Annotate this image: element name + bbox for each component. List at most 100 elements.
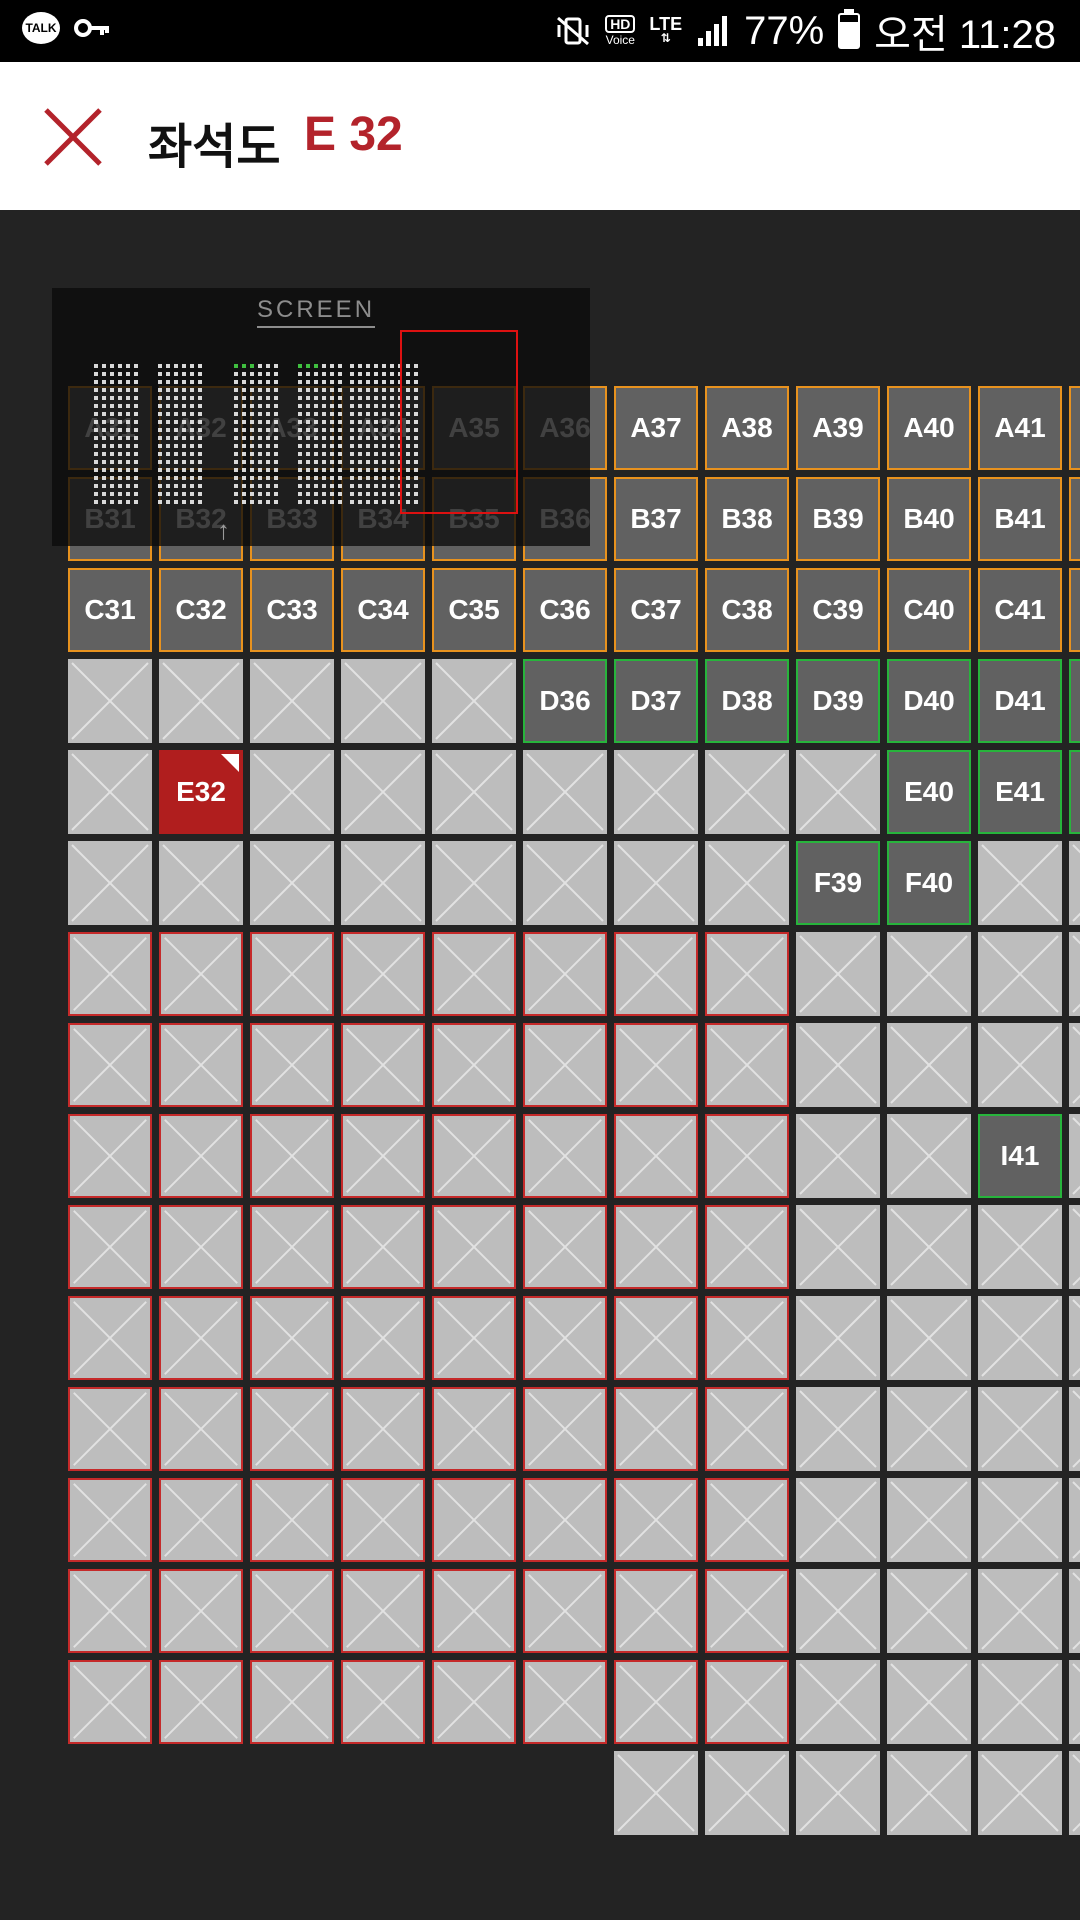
minimap-seat-dot: [182, 452, 186, 456]
minimap-seat-dot: [338, 428, 342, 432]
seat-available[interactable]: A40: [887, 386, 971, 470]
seat-unavailable: [796, 1478, 880, 1562]
seat-available[interactable]: E41: [978, 750, 1062, 834]
seat-available[interactable]: [1069, 568, 1080, 652]
minimap-seat-dot: [298, 484, 302, 488]
seat-unavailable: [796, 1023, 880, 1107]
seat-unavailable: [887, 1751, 971, 1835]
minimap[interactable]: SCREEN ↑: [52, 288, 590, 546]
seat-available[interactable]: F40: [887, 841, 971, 925]
seat-available[interactable]: [1069, 659, 1080, 743]
seat-available[interactable]: D40: [887, 659, 971, 743]
minimap-seat-dot: [374, 484, 378, 488]
battery-icon: [838, 9, 861, 49]
minimap-seat-dot: [330, 500, 334, 504]
minimap-seat-dot: [382, 484, 386, 488]
minimap-seat-dot: [274, 484, 278, 488]
seat-available[interactable]: D37: [614, 659, 698, 743]
seat-available[interactable]: [1069, 477, 1080, 561]
minimap-seat-dot: [322, 396, 326, 400]
seat-available[interactable]: C32: [159, 568, 243, 652]
minimap-seat-dot: [190, 372, 194, 376]
seat-available[interactable]: A37: [614, 386, 698, 470]
seat-available[interactable]: A38: [705, 386, 789, 470]
seat-available[interactable]: C36: [523, 568, 607, 652]
minimap-seat-dot: [250, 372, 254, 376]
seat-available[interactable]: D39: [796, 659, 880, 743]
seat-selected[interactable]: E32: [159, 750, 243, 834]
seat-available[interactable]: B37: [614, 477, 698, 561]
minimap-seat-dot: [182, 372, 186, 376]
seat-available[interactable]: D38: [705, 659, 789, 743]
seat-available[interactable]: F39: [796, 841, 880, 925]
seat-unavailable: [614, 1478, 698, 1562]
minimap-seat-dot: [134, 404, 138, 408]
minimap-seat-dot: [358, 484, 362, 488]
minimap-seat-dot: [158, 372, 162, 376]
minimap-seat-dot: [182, 428, 186, 432]
minimap-seat-dot: [390, 484, 394, 488]
seat-available[interactable]: C31: [68, 568, 152, 652]
minimap-seat-dot: [250, 452, 254, 456]
seat-available[interactable]: E40: [887, 750, 971, 834]
minimap-seat-dot: [102, 404, 106, 408]
seat-available[interactable]: B39: [796, 477, 880, 561]
minimap-seat-dot: [198, 412, 202, 416]
seat-available[interactable]: C40: [887, 568, 971, 652]
seat-available[interactable]: I41: [978, 1114, 1062, 1198]
seat-available[interactable]: B41: [978, 477, 1062, 561]
minimap-seat-dot: [110, 420, 114, 424]
minimap-seat-dot: [338, 364, 342, 368]
minimap-seat-dot: [330, 484, 334, 488]
seat-unavailable: [159, 659, 243, 743]
seat-available[interactable]: B38: [705, 477, 789, 561]
seat-unavailable: [978, 1569, 1062, 1653]
seat-available[interactable]: C33: [250, 568, 334, 652]
minimap-seat-dot: [298, 460, 302, 464]
minimap-seat-dot: [110, 436, 114, 440]
minimap-seat-dot: [258, 476, 262, 480]
seat-available[interactable]: A41: [978, 386, 1062, 470]
seat-available[interactable]: A39: [796, 386, 880, 470]
minimap-seat-dot: [374, 420, 378, 424]
minimap-seat-dot: [350, 364, 354, 368]
seat-unavailable: [68, 1296, 152, 1380]
minimap-seat-dot: [366, 380, 370, 384]
seat-unavailable: [341, 1569, 425, 1653]
minimap-seat-dot: [258, 420, 262, 424]
close-icon[interactable]: [40, 104, 106, 170]
seat-unavailable: [341, 1660, 425, 1744]
seat-available[interactable]: C37: [614, 568, 698, 652]
minimap-seat-dot: [234, 420, 238, 424]
minimap-viewport[interactable]: [400, 330, 518, 514]
minimap-seat-dot: [350, 484, 354, 488]
seat-available[interactable]: C41: [978, 568, 1062, 652]
minimap-seat-dot: [242, 396, 246, 400]
minimap-seat-dot: [298, 380, 302, 384]
minimap-seat-dot: [330, 468, 334, 472]
seat-available[interactable]: C39: [796, 568, 880, 652]
minimap-seat-dot: [322, 380, 326, 384]
seat-available[interactable]: C38: [705, 568, 789, 652]
seat-available[interactable]: D41: [978, 659, 1062, 743]
minimap-seat-dot: [242, 436, 246, 440]
minimap-seat-dot: [134, 492, 138, 496]
minimap-seat-dot: [94, 420, 98, 424]
minimap-seat-dot: [234, 484, 238, 488]
minimap-seat-dot: [94, 444, 98, 448]
seat-available[interactable]: D36: [523, 659, 607, 743]
seat-unavailable: [1069, 1569, 1080, 1653]
seat-available[interactable]: B40: [887, 477, 971, 561]
minimap-seat-dot: [314, 412, 318, 416]
minimap-seat-dot: [182, 396, 186, 400]
seat-available[interactable]: C35: [432, 568, 516, 652]
minimap-seat-dot: [198, 428, 202, 432]
seat-available[interactable]: [1069, 750, 1080, 834]
seat-unavailable: [159, 932, 243, 1016]
seat-available[interactable]: [1069, 386, 1080, 470]
minimap-seat-dot: [274, 364, 278, 368]
seat-available[interactable]: C34: [341, 568, 425, 652]
minimap-seat-dot: [314, 388, 318, 392]
minimap-seat-dot: [314, 420, 318, 424]
seat-unavailable: [523, 750, 607, 834]
